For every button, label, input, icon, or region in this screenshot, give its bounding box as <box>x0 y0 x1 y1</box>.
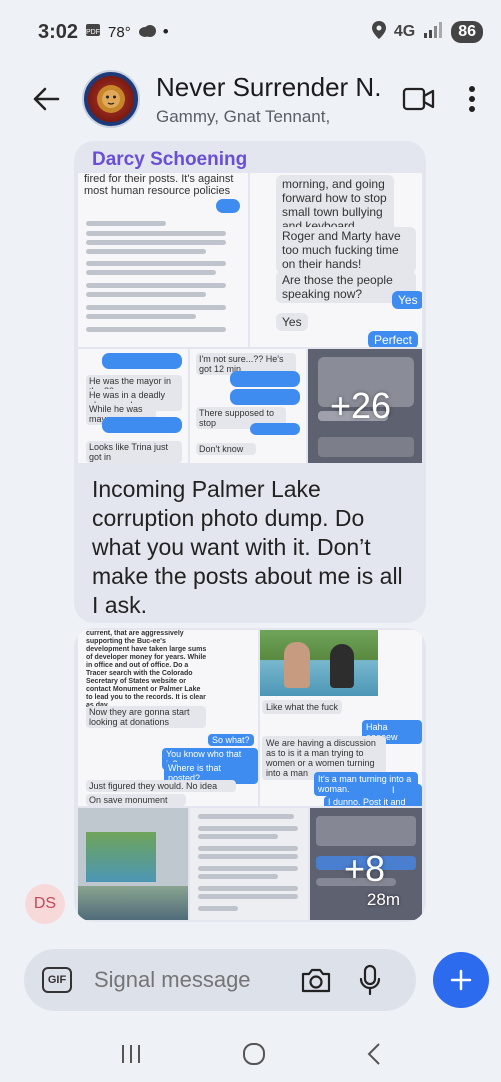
group-avatar[interactable] <box>82 70 140 128</box>
home-button[interactable] <box>241 1041 267 1072</box>
photo-text-line: Yes <box>392 291 422 309</box>
message-bubble[interactable]: current, that are aggressively supportin… <box>74 628 426 922</box>
photo-text-line: Don't know <box>196 443 256 455</box>
group-members: Gammy, Gnat Tennant, <box>156 106 331 126</box>
photo-text-line: current, that are aggressively supportin… <box>86 630 207 709</box>
photo-thumbnail[interactable]: Like what the fuck Haha eeeeew We are ha… <box>260 630 422 806</box>
plus-icon <box>450 969 472 991</box>
photo-thumbnail[interactable] <box>190 808 308 920</box>
photo-thumbnail[interactable]: morning, and going forward how to stop s… <box>250 173 422 347</box>
recent-apps-icon <box>122 1044 141 1063</box>
notification-icon: PDF <box>84 21 102 44</box>
home-icon <box>243 1042 266 1065</box>
signal-icon <box>423 21 443 43</box>
message-timestamp: 28m <box>366 890 400 909</box>
photo-text-line: On save monument <box>86 794 186 806</box>
message-input[interactable] <box>94 967 284 993</box>
arrow-left-icon <box>33 87 60 111</box>
sender-name: Darcy Schoening <box>92 149 248 170</box>
attachment-button[interactable] <box>433 952 489 1008</box>
message-composer: GIF <box>24 949 416 1011</box>
chevron-left-icon <box>367 1042 380 1065</box>
more-photos-count: +26 <box>330 385 392 426</box>
photo-thumbnail[interactable]: He was the mayor in the 80s He was in a … <box>78 349 188 463</box>
microphone-button[interactable] <box>352 962 388 998</box>
photo-thumbnail[interactable] <box>78 808 188 920</box>
video-call-button[interactable] <box>399 79 439 119</box>
lion-emblem-icon <box>97 85 125 113</box>
conversation-header: Never Surrender N... Gammy, Gnat Tennant… <box>0 64 501 134</box>
more-vertical-icon <box>469 86 475 112</box>
back-button[interactable] <box>18 71 74 127</box>
video-camera-icon <box>402 87 435 111</box>
gif-button[interactable]: GIF <box>42 967 72 993</box>
photo-thumbnail-more[interactable]: +8 28m <box>310 808 422 920</box>
sender-avatar[interactable]: DS <box>25 884 65 924</box>
group-title: Never Surrender N... <box>156 71 381 102</box>
pool-photo <box>260 630 378 696</box>
message-text: Incoming Palmer Lake corruption photo du… <box>92 476 403 618</box>
system-back-button[interactable] <box>366 1042 382 1071</box>
photo-thumbnail-more[interactable]: +26 <box>308 349 422 463</box>
camera-icon <box>301 968 331 993</box>
photo-text-line: Just figured they would. No idea <box>86 780 236 792</box>
more-options-button[interactable] <box>457 79 487 119</box>
status-time: 3:02 <box>38 20 79 43</box>
battery-indicator: 86 <box>451 21 483 43</box>
camera-button[interactable] <box>298 962 334 998</box>
photo-text-line: Perfect <box>368 331 419 347</box>
recent-apps-button[interactable] <box>119 1043 143 1070</box>
status-bar: 3:02 PDF 78° • 4G 86 <box>0 0 501 64</box>
temperature: 78° <box>108 23 131 41</box>
photo-thumbnail[interactable]: I'm not sure...?? He's got 12 min There … <box>190 349 306 463</box>
message-bubble[interactable]: Darcy Schoening fired for their posts. I… <box>74 141 426 623</box>
photo-text-line: Roger and Marty have too much fucking ti… <box>276 227 416 273</box>
photo-text-line: So what? <box>208 734 254 746</box>
photo-thumbnail[interactable]: current, that are aggressively supportin… <box>78 630 258 806</box>
dot-icon: • <box>162 22 169 41</box>
photo-caption: fired for their posts. It's against most… <box>84 173 234 197</box>
location-icon <box>371 20 386 44</box>
cloud-icon <box>137 22 157 42</box>
system-navigation-bar <box>0 1030 501 1082</box>
more-photos-count: +8 <box>344 848 386 889</box>
photo-text-line: Looks like Trina just got in <box>86 441 182 463</box>
photo-text-line: Yes <box>276 313 308 331</box>
conversation-title-block[interactable]: Never Surrender N... Gammy, Gnat Tennant… <box>156 72 381 127</box>
photo-text-line: Like what the fuck <box>262 700 343 714</box>
photo-text-line: I dunno. Post it and take bets <box>324 796 422 806</box>
photo-thumbnail[interactable]: fired for their posts. It's against most… <box>78 173 248 347</box>
photo-text-line: Now they are gonna start looking at dona… <box>86 706 206 728</box>
microphone-icon <box>359 964 381 996</box>
network-label: 4G <box>393 23 416 40</box>
svg-text:PDF: PDF <box>86 29 100 36</box>
